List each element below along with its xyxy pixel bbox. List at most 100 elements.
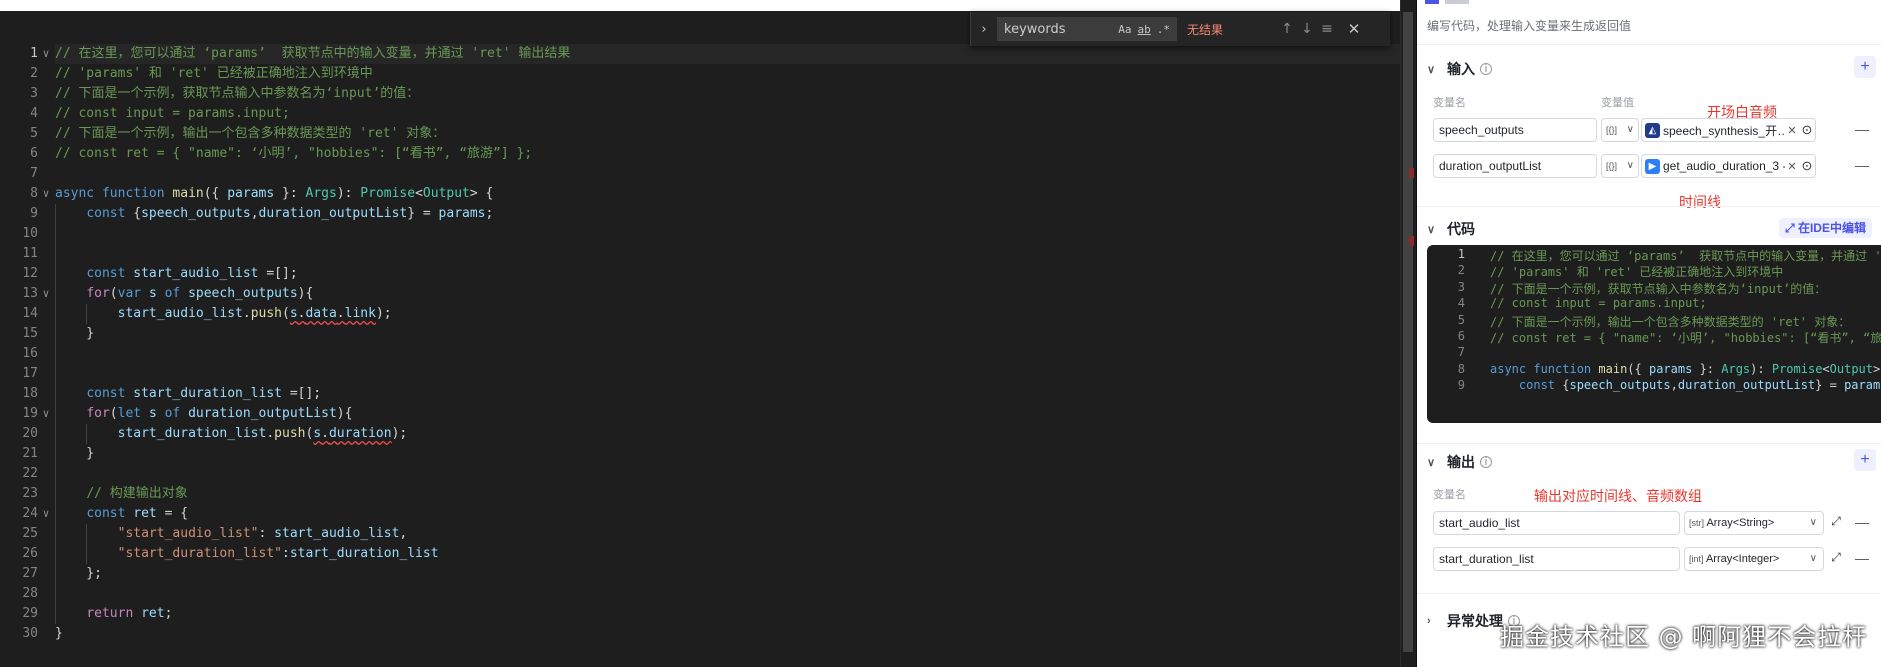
code-area[interactable]: // 在这里，您可以通过 ‘params’ 获取节点中的输入变量，并通过 're… (55, 44, 1400, 644)
code-editor[interactable]: 1 ∨ 2 3 4 5 6 7 8 ∨ 9 10 11 12 13 ∨ 14 15 16 17 18 19 ∨ 20 21 22 2… (0, 0, 1400, 667)
input-name-field[interactable]: duration_outputList (1433, 154, 1597, 178)
input-section-header[interactable]: ∨ 输入 i (1427, 59, 1492, 79)
code-line[interactable] (55, 244, 1400, 264)
target-icon[interactable]: ⊙ (1799, 122, 1815, 138)
remove-input-button[interactable]: — (1855, 157, 1869, 173)
line-number: 24 ∨ (0, 504, 52, 524)
code-line[interactable]: start_audio_list.push(s.data.link); (55, 304, 1400, 324)
info-icon: i (1480, 456, 1492, 468)
annotation-timeline: 时间线 (1679, 194, 1721, 210)
fold-chevron-icon[interactable]: ∨ (40, 184, 52, 204)
whole-word-button[interactable]: ab (1138, 23, 1151, 36)
code-line[interactable]: for(var s of speech_outputs){ (55, 284, 1400, 304)
code-line[interactable]: // 下面是一个示例，输出一个包含多种数据类型的 'ret' 对象： (1490, 313, 1850, 330)
arrow-up-icon[interactable]: ↑ (1277, 21, 1297, 37)
code-line[interactable]: const {speech_outputs,duration_outputLis… (55, 204, 1400, 224)
match-case-button[interactable]: Aa (1118, 23, 1131, 36)
fold-chevron-icon[interactable]: ∨ (40, 504, 52, 524)
code-line[interactable] (55, 164, 1400, 184)
output-name-field[interactable]: start_duration_list (1433, 547, 1680, 571)
expand-icon[interactable]: ⤢ (1828, 514, 1844, 529)
edit-in-ide-button[interactable]: ⤢ 在IDE中编辑 (1779, 218, 1872, 238)
code-line[interactable] (55, 464, 1400, 484)
line-number: 11 (22, 246, 38, 261)
remove-output-button[interactable]: — (1855, 550, 1869, 566)
input-section-title: 输入 (1447, 61, 1475, 77)
code-line[interactable]: const start_duration_list =[]; (55, 384, 1400, 404)
code-line[interactable]: start_duration_list.push(s.duration); (55, 424, 1400, 444)
remove-output-button[interactable]: — (1855, 514, 1869, 530)
code-line[interactable]: } (55, 444, 1400, 464)
fold-chevron-icon[interactable]: ∨ (40, 44, 52, 64)
code-section-header[interactable]: ∨ 代码 (1427, 219, 1475, 239)
indent-guide (86, 304, 87, 324)
code-line[interactable]: "start_audio_list": start_audio_list, (55, 524, 1400, 544)
expand-icon[interactable]: ⤢ (1828, 550, 1844, 565)
line-number: 4 (30, 106, 38, 121)
code-line[interactable]: }; (55, 564, 1400, 584)
mode-label: [{}] (1606, 161, 1618, 171)
code-line[interactable]: // const ret = { "name": ‘小明’, "hobbies"… (55, 144, 1400, 164)
code-line[interactable]: const ret = { (55, 504, 1400, 524)
code-line[interactable]: // 在这里，您可以通过 ‘params’ 获取节点中的输入变量，并通过 're… (1490, 247, 1881, 264)
arrow-down-icon[interactable]: ↓ (1297, 21, 1317, 37)
find-in-selection-icon[interactable]: ≡ (1317, 21, 1337, 37)
input-reference-field[interactable]: ◭ speech_synthesis_开… - o… ✕ ⊙ (1641, 118, 1816, 142)
close-icon[interactable]: ✕ (1343, 20, 1365, 38)
output-name-field[interactable]: start_audio_list (1433, 511, 1680, 535)
output-type-select[interactable]: [int] Array<Integer> ∨ (1684, 547, 1824, 571)
input-mode-select[interactable]: [{}] ∨ (1601, 118, 1639, 142)
input-mode-select[interactable]: [{}] ∨ (1601, 154, 1639, 178)
code-line[interactable]: // const ret = { "name": ‘小明’, "hobbies"… (1490, 329, 1881, 346)
code-line[interactable]: // 'params' 和 'ret' 已经被正确地注入到环境中 (55, 64, 1400, 84)
input-reference-field[interactable]: ▶ get_audio_duration_3 - o… ✕ ⊙ (1641, 154, 1816, 178)
regex-button[interactable]: .* (1157, 23, 1170, 36)
code-line[interactable]: const {speech_outputs,duration_outputLis… (1490, 378, 1881, 392)
output-type-select[interactable]: [str] Array<String> ∨ (1684, 511, 1824, 535)
code-line[interactable] (55, 344, 1400, 364)
code-line[interactable]: const start_audio_list =[]; (55, 264, 1400, 284)
code-line[interactable]: // 下面是一个示例，获取节点输入中参数名为‘input’的值： (1490, 280, 1826, 297)
code-line[interactable]: // 'params' 和 'ret' 已经被正确地注入到环境中 (1490, 263, 1783, 280)
code-line[interactable]: "start_duration_list":start_duration_lis… (55, 544, 1400, 564)
line-number: 18 (22, 386, 38, 401)
code-line[interactable] (55, 584, 1400, 604)
code-line[interactable]: async function main({ params }: Args): P… (1490, 362, 1881, 376)
code-preview[interactable]: 1 // 在这里，您可以通过 ‘params’ 获取节点中的输入变量，并通过 'r… (1427, 245, 1881, 423)
editor-scrollbar[interactable] (1400, 0, 1416, 667)
output-section-header[interactable]: ∨ 输出 i (1427, 452, 1492, 472)
toggle-replace-chevron-icon[interactable]: › (975, 22, 993, 37)
code-line[interactable]: for(let s of duration_outputList){ (55, 404, 1400, 424)
type-icon: [str] (1689, 518, 1704, 528)
code-line[interactable]: } (55, 624, 1400, 644)
code-line[interactable] (55, 364, 1400, 384)
find-input-value: keywords (1004, 21, 1066, 37)
fold-chevron-icon[interactable]: ∨ (40, 404, 52, 424)
code-line[interactable]: return ret; (55, 604, 1400, 624)
audio-duration-plugin-icon: ▶ (1645, 158, 1660, 174)
find-result-text: 无结果 (1187, 22, 1224, 37)
code-line[interactable]: async function main({ params }: Args): P… (55, 184, 1400, 204)
code-line[interactable]: // 下面是一个示例，获取节点输入中参数名为‘input’的值： (55, 84, 1400, 104)
code-line[interactable]: // const input = params.input; (1490, 296, 1707, 310)
code-line[interactable] (1490, 345, 1497, 359)
code-line[interactable]: // 构建输出对象 (55, 484, 1400, 504)
clear-icon[interactable]: ✕ (1785, 160, 1799, 173)
info-icon: i (1480, 63, 1492, 75)
clear-icon[interactable]: ✕ (1785, 124, 1799, 137)
code-line[interactable]: } (55, 324, 1400, 344)
fold-chevron-icon[interactable]: ∨ (40, 284, 52, 304)
target-icon[interactable]: ⊙ (1799, 158, 1815, 174)
chevron-down-icon: ∨ (1427, 63, 1436, 76)
input-name-field[interactable]: speech_outputs (1433, 118, 1597, 142)
find-input[interactable]: keywords Aa ab .* (997, 17, 1177, 41)
type-icon: [int] (1689, 554, 1704, 564)
code-line[interactable]: // 在这里，您可以通过 ‘params’ 获取节点中的输入变量，并通过 're… (55, 44, 1400, 64)
add-output-button[interactable]: + (1854, 449, 1876, 471)
code-line[interactable] (55, 224, 1400, 244)
scrollbar-thumb[interactable] (1403, 12, 1413, 652)
remove-input-button[interactable]: — (1855, 121, 1869, 137)
add-input-button[interactable]: + (1854, 56, 1876, 78)
code-line[interactable]: // 下面是一个示例，输出一个包含多种数据类型的 'ret' 对象： (55, 124, 1400, 144)
code-line[interactable]: // const input = params.input; (55, 104, 1400, 124)
